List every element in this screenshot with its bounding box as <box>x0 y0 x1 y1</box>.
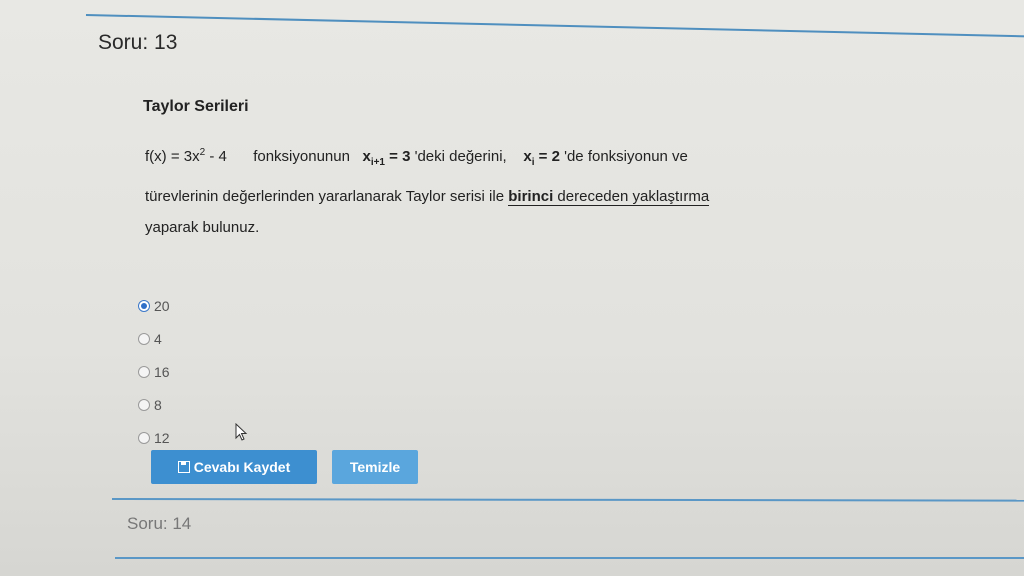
text-segment-b: 'deki değerini, <box>410 148 507 165</box>
clear-label: Temizle <box>349 459 401 475</box>
radio-icon[interactable] <box>138 431 150 444</box>
option-label: 16 <box>154 363 170 380</box>
page: Soru: 13 Taylor Serileri f(x) = 3x2 - 4 … <box>0 0 1024 576</box>
save-answer-button[interactable]: Cevabı Kaydet <box>151 450 317 484</box>
top-divider <box>85 14 1024 38</box>
bottom-divider <box>115 557 1024 559</box>
x-next-var: xi+1 = 3 <box>362 148 411 168</box>
text-segment-a: fonksiyonunun <box>253 148 350 165</box>
save-answer-label: Cevabı Kaydet <box>193 459 291 475</box>
question-line-1: f(x) = 3x2 - 4 fonksiyonunun xi+1 = 3 'd… <box>145 147 865 168</box>
x-current-var: xi = 2 <box>523 148 560 168</box>
option-label: 20 <box>154 297 170 314</box>
question-line-3: yaparak bulunuz. <box>145 219 260 236</box>
mouse-pointer-icon <box>235 423 248 441</box>
option-label: 8 <box>154 396 162 413</box>
function-expression: f(x) = 3x2 - 4 <box>145 147 227 165</box>
next-question-header: Soru: 14 <box>127 514 192 533</box>
option-label: 4 <box>154 330 162 347</box>
radio-icon[interactable] <box>138 398 150 411</box>
option-20[interactable]: 20 <box>138 289 170 322</box>
radio-icon[interactable] <box>138 365 150 378</box>
question-header: Soru: 13 <box>98 31 178 54</box>
emphasis-underlined: birinci dereceden yaklaştırma <box>508 188 710 206</box>
question-line-2: türevlerinin değerlerinden yararlanarak … <box>145 188 710 206</box>
clear-button[interactable]: Temizle <box>332 450 418 484</box>
option-label: 12 <box>154 429 170 446</box>
text-segment-c: 'de fonksiyonun ve <box>559 148 688 165</box>
radio-icon[interactable] <box>138 332 150 345</box>
option-4[interactable]: 4 <box>138 322 170 355</box>
option-8[interactable]: 8 <box>138 388 170 421</box>
radio-selected-icon[interactable] <box>138 299 150 312</box>
option-16[interactable]: 16 <box>138 355 170 388</box>
question-title: Taylor Serileri <box>143 98 249 115</box>
section-divider <box>111 498 1024 502</box>
floppy-disk-icon <box>177 461 190 473</box>
answer-options: 20 4 16 8 12 <box>138 289 170 454</box>
